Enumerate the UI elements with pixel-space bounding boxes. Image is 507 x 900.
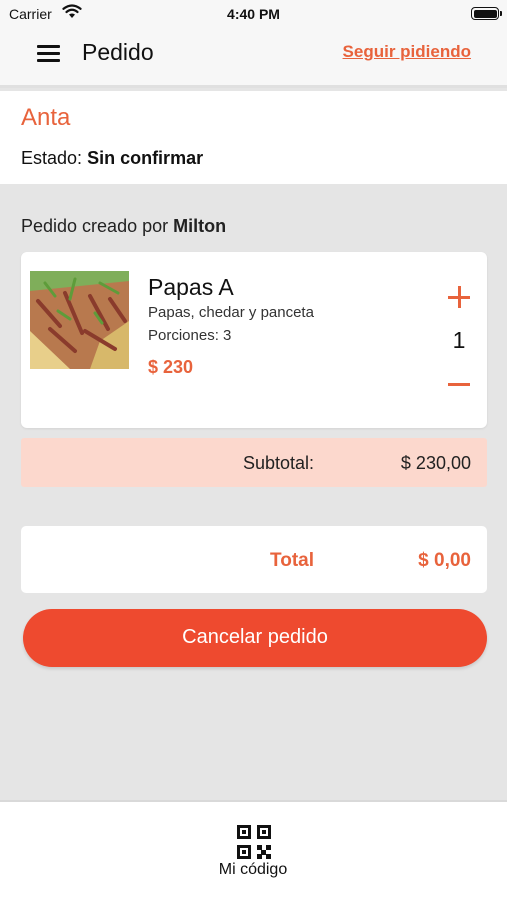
item-price: $ 230: [148, 357, 194, 377]
clock: 4:40 PM: [227, 6, 280, 22]
order-status-value: Sin confirmar: [87, 148, 204, 168]
battery-icon: [471, 7, 502, 20]
navigation-bar: Pedido Seguir pidiendo: [0, 28, 507, 88]
order-creator-name: Milton: [173, 216, 227, 236]
restaurant-name: Anta: [21, 104, 71, 131]
total-label: Total: [270, 550, 314, 571]
continue-ordering-link[interactable]: Seguir pidiendo: [343, 42, 471, 62]
order-creator-label: Pedido creado por: [21, 216, 169, 236]
subtotal-value: $ 230,00: [400, 453, 471, 473]
subtotal-label: Subtotal:: [242, 453, 314, 473]
total-row: Total $ 0,00: [21, 526, 487, 593]
status-bar: Carrier 4:40 PM: [0, 0, 507, 28]
item-name: Papas A: [148, 274, 234, 300]
item-quantity: 1: [452, 327, 466, 353]
qr-code-icon: [236, 824, 272, 860]
order-status: Estado: Sin confirmar: [21, 148, 203, 169]
total-value: $ 0,00: [418, 550, 471, 571]
item-photo: [30, 271, 129, 369]
item-portions: Porciones: 3: [148, 327, 232, 344]
order-creator: Pedido creado por Milton: [21, 216, 226, 237]
tab-bar: Mi código: [0, 800, 507, 900]
page-title: Pedido: [82, 39, 154, 65]
decrease-quantity-icon[interactable]: [448, 374, 470, 394]
cancel-order-button[interactable]: Cancelar pedido: [23, 609, 487, 667]
order-status-label: Estado:: [21, 148, 83, 168]
order-item-card: Papas A Papas, chedar y panceta Porcione…: [21, 252, 487, 428]
item-description: Papas, chedar y panceta: [148, 304, 314, 321]
tab-my-code-label: Mi código: [218, 861, 288, 878]
tab-my-code[interactable]: Mi código: [203, 822, 303, 892]
hamburger-menu-icon[interactable]: [37, 45, 61, 65]
increase-quantity-icon[interactable]: [448, 286, 470, 308]
subtotal-row: Subtotal: $ 230,00: [21, 438, 487, 487]
order-header: Anta Estado: Sin confirmar: [0, 91, 507, 184]
